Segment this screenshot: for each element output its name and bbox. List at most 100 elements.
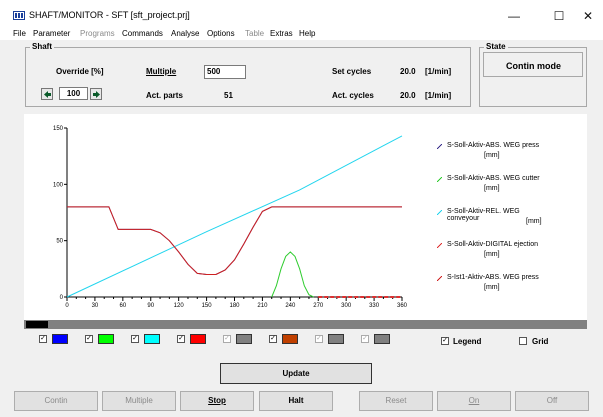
state-display: Contin mode	[483, 52, 583, 77]
legend-series-name: S-Ist1-Aktiv-ABS. WEG press	[447, 274, 539, 281]
legend-series-name: S-Soll-Aktiv-ABS. WEG press	[447, 142, 540, 149]
series-line	[66, 135, 403, 298]
legend-option-label: Legend	[453, 337, 482, 346]
plot-scrollbar[interactable]	[24, 320, 587, 329]
set-cycles-value: 20.0	[400, 67, 416, 76]
multiple-input[interactable]: 500	[204, 65, 246, 79]
channel-color-swatch[interactable]	[52, 334, 68, 344]
grid-option-label: Grid	[532, 337, 549, 346]
channel-color-swatch[interactable]	[144, 334, 160, 344]
update-button[interactable]: Update	[220, 363, 372, 384]
x-tick-label: 150	[202, 303, 213, 309]
shaft-group-label: Shaft	[30, 42, 54, 51]
x-tick-label: 270	[313, 303, 324, 309]
x-tick-label: 360	[397, 303, 408, 309]
legend-checkbox[interactable]: ✓	[441, 337, 449, 345]
state-group: State Contin mode	[479, 42, 587, 107]
override-label: Override [%]	[56, 67, 104, 76]
scrollbar-thumb[interactable]	[26, 321, 48, 328]
x-tick-label: 0	[65, 303, 69, 309]
app-icon	[13, 11, 25, 20]
title-bar: SHAFT/MONITOR - SFT [sft_project.prj] — …	[0, 0, 603, 28]
x-tick-label: 120	[174, 303, 185, 309]
channel-color-swatch[interactable]	[282, 334, 298, 344]
menu-options[interactable]: Options	[207, 29, 235, 38]
channel-color-swatch[interactable]	[190, 334, 206, 344]
channel-color-swatch[interactable]	[236, 334, 252, 344]
grid-checkbox[interactable]	[519, 337, 527, 345]
multiple-button[interactable]: Multiple	[102, 391, 176, 411]
channel-checkbox[interactable]: ✓	[269, 335, 277, 343]
channel-color-swatch[interactable]	[374, 334, 390, 344]
legend-symbol	[437, 177, 442, 182]
multiple-label: Multiple	[146, 67, 177, 76]
series-line	[271, 251, 314, 298]
window-title: SHAFT/MONITOR - SFT [sft_project.prj]	[29, 10, 190, 20]
y-tick-label: 50	[56, 239, 63, 245]
x-tick-label: 60	[119, 303, 126, 309]
x-tick-label: 210	[257, 303, 268, 309]
menu-programs[interactable]: Programs	[80, 29, 115, 38]
x-tick-label: 30	[92, 303, 99, 309]
menu-extras[interactable]: Extras	[270, 29, 293, 38]
stop-button[interactable]: Stop	[180, 391, 254, 411]
y-tick-label: 100	[53, 182, 64, 188]
minimize-button[interactable]: —	[500, 6, 528, 26]
arrow-right-icon	[93, 91, 100, 98]
legend-series-unit: [mm]	[526, 218, 542, 225]
legend-series-unit: [mm]	[484, 251, 500, 258]
legend-symbol	[437, 144, 442, 149]
legend-symbol	[437, 210, 442, 215]
channel-checkbox[interactable]: ✓	[39, 335, 47, 343]
override-decrease-button[interactable]	[41, 88, 53, 100]
act-parts-value: 51	[224, 91, 233, 100]
act-cycles-unit: [1/min]	[425, 91, 452, 100]
act-cycles-value: 20.0	[400, 91, 416, 100]
reset-button[interactable]: Reset	[359, 391, 433, 411]
set-cycles-label: Set cycles	[332, 67, 372, 76]
x-tick-label: 90	[147, 303, 154, 309]
x-tick-label: 240	[285, 303, 296, 309]
override-increase-button[interactable]	[90, 88, 102, 100]
state-group-label: State	[484, 42, 508, 51]
legend-entry: S-Ist1-Aktiv-ABS. WEG press [mm]	[434, 272, 584, 312]
series-line	[67, 206, 402, 275]
channel-checkbox[interactable]: ✓	[85, 335, 93, 343]
channel-color-swatch[interactable]	[98, 334, 114, 344]
plot-area: 0 50 100 150 0 30 60 90 120 150 180 210 240 270 300 330…	[24, 114, 587, 320]
channel-checkbox[interactable]: ✓	[361, 335, 369, 343]
channel-checkbox[interactable]: ✓	[177, 335, 185, 343]
channel-checkbox[interactable]: ✓	[315, 335, 323, 343]
maximize-button[interactable]: ☐	[545, 6, 573, 26]
series-line	[67, 206, 402, 275]
close-button[interactable]: ✕	[574, 6, 602, 26]
on-button[interactable]: On	[437, 391, 511, 411]
menu-parameter[interactable]: Parameter	[33, 29, 70, 38]
arrow-left-icon	[44, 91, 51, 98]
act-parts-label: Act. parts	[146, 91, 183, 100]
off-button[interactable]: Off	[515, 391, 589, 411]
y-tick-label: 150	[53, 126, 64, 132]
menu-table[interactable]: Table	[245, 29, 264, 38]
legend-series-name: S-Soll-Aktiv-DIGITAL ejection	[447, 241, 539, 248]
contin-button[interactable]: Contin	[14, 391, 98, 411]
halt-button[interactable]: Halt	[259, 391, 333, 411]
menu-commands[interactable]: Commands	[122, 29, 163, 38]
y-tick-label: 0	[60, 295, 64, 301]
act-cycles-label: Act. cycles	[332, 91, 374, 100]
menu-bar: File Parameter Programs Commands Analyse…	[0, 28, 603, 40]
legend-series-unit: [mm]	[484, 152, 500, 159]
menu-help[interactable]: Help	[299, 29, 315, 38]
override-input[interactable]: 100	[59, 87, 88, 100]
x-tick-label: 330	[369, 303, 380, 309]
channel-checkbox[interactable]: ✓	[223, 335, 231, 343]
menu-file[interactable]: File	[13, 29, 26, 38]
channel-checkbox[interactable]: ✓	[131, 335, 139, 343]
channel-color-swatch[interactable]	[328, 334, 344, 344]
state-value: Contin mode	[506, 61, 561, 71]
legend-symbol	[437, 276, 442, 281]
legend-series-unit: [mm]	[484, 185, 500, 192]
legend-series-name: S-Soll-Aktiv-ABS. WEG cutter	[447, 175, 540, 182]
menu-analyse[interactable]: Analyse	[171, 29, 199, 38]
set-cycles-unit: [1/min]	[425, 67, 452, 76]
